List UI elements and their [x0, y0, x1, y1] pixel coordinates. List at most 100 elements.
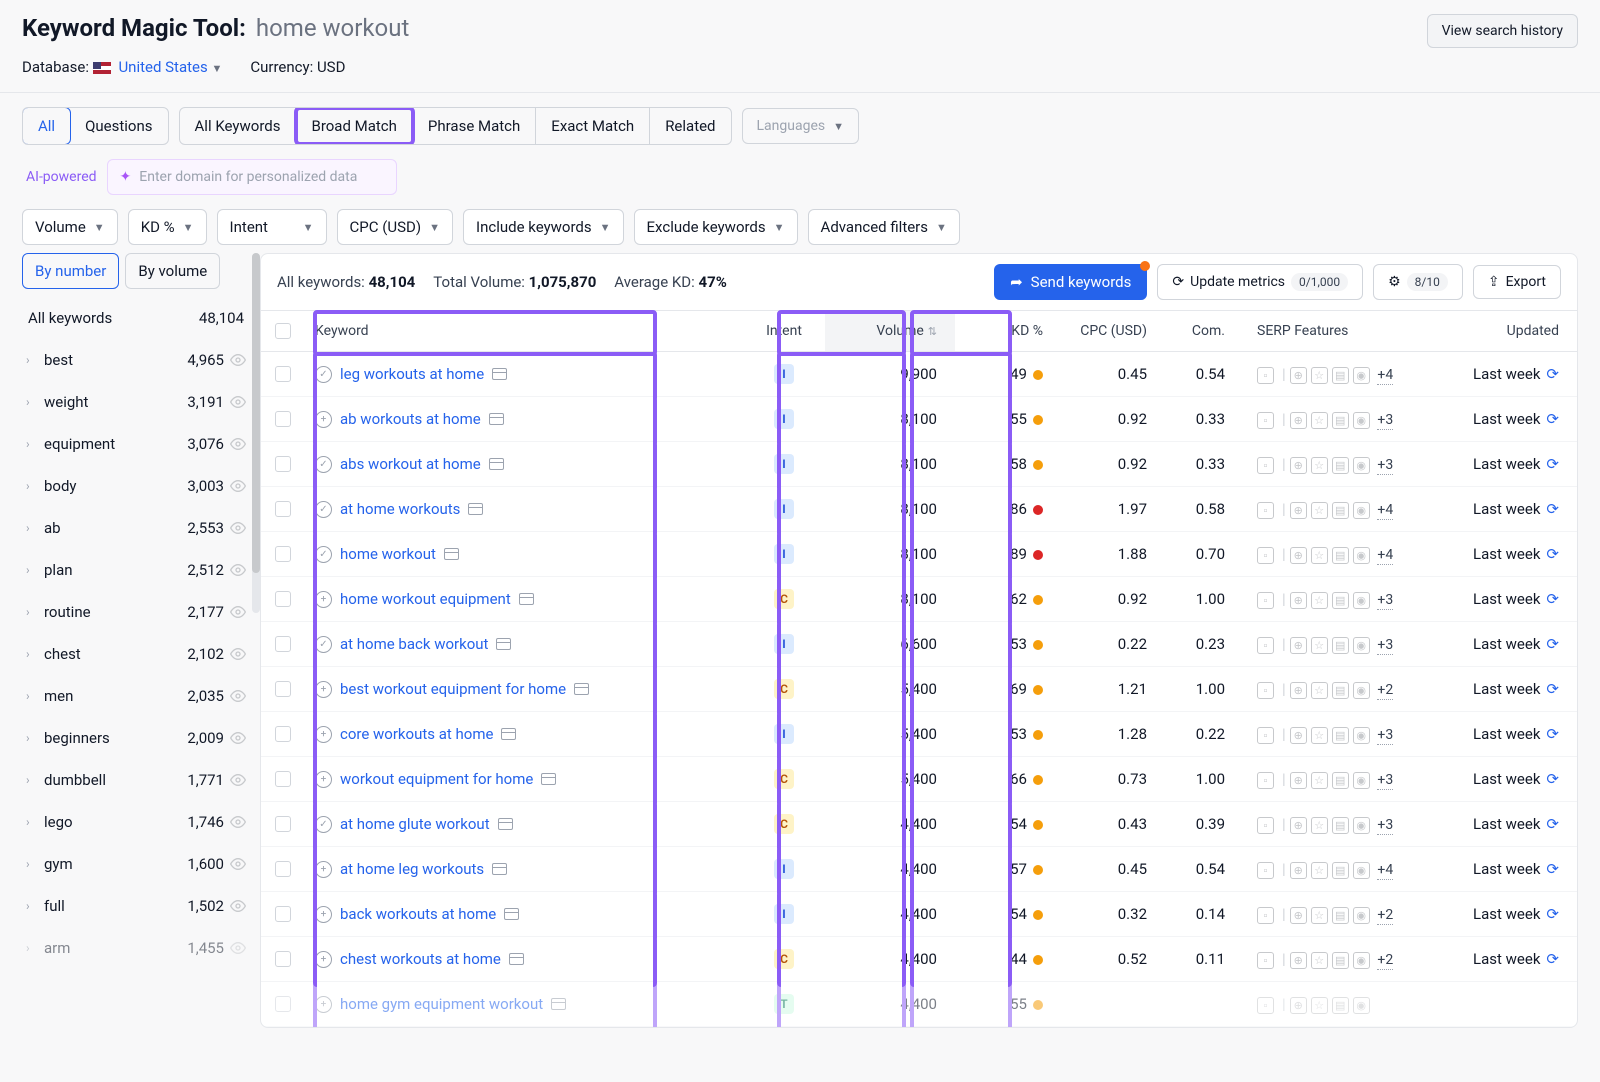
tab-broad-match[interactable]: Broad Match: [296, 108, 412, 144]
keyword-link[interactable]: at home leg workouts: [340, 860, 484, 878]
check-icon[interactable]: ✓: [315, 456, 332, 473]
keyword-link[interactable]: workout equipment for home: [340, 770, 533, 788]
serp-window-icon[interactable]: [504, 908, 519, 920]
refresh-icon[interactable]: ⟳: [1546, 680, 1559, 698]
sidebar-item-dumbbell[interactable]: ›dumbbell1,771: [22, 759, 250, 801]
serp-more[interactable]: +4: [1377, 862, 1393, 880]
sidebar-item-full[interactable]: ›full1,502: [22, 885, 250, 927]
refresh-icon[interactable]: ⟳: [1546, 770, 1559, 788]
check-icon[interactable]: ✓: [315, 816, 332, 833]
filter-advanced[interactable]: Advanced filters▼: [808, 209, 960, 245]
serp-window-icon[interactable]: [492, 368, 507, 380]
row-checkbox[interactable]: [275, 771, 291, 787]
serp-window-icon[interactable]: [496, 638, 511, 650]
plus-icon[interactable]: +: [315, 591, 332, 608]
tab-exact-match[interactable]: Exact Match: [536, 108, 650, 144]
plus-icon[interactable]: +: [315, 771, 332, 788]
plus-icon[interactable]: +: [315, 411, 332, 428]
refresh-icon[interactable]: ⟳: [1546, 950, 1559, 968]
sidebar-tab-volume[interactable]: By volume: [125, 253, 220, 289]
update-metrics-button[interactable]: ⟳ Update metrics 0/1,000: [1157, 264, 1363, 300]
refresh-icon[interactable]: ⟳: [1546, 725, 1559, 743]
sidebar-scrollbar[interactable]: [252, 253, 260, 613]
refresh-icon[interactable]: ⟳: [1546, 815, 1559, 833]
filter-volume[interactable]: Volume▼: [22, 209, 118, 245]
check-icon[interactable]: ✓: [315, 366, 332, 383]
sidebar-item-lego[interactable]: ›lego1,746: [22, 801, 250, 843]
keyword-link[interactable]: home workout: [340, 545, 436, 563]
sidebar-item-equipment[interactable]: ›equipment3,076: [22, 423, 250, 465]
row-checkbox[interactable]: [275, 411, 291, 427]
serp-window-icon[interactable]: [498, 818, 513, 830]
sidebar-item-men[interactable]: ›men2,035: [22, 675, 250, 717]
row-checkbox[interactable]: [275, 636, 291, 652]
row-checkbox[interactable]: [275, 366, 291, 382]
serp-more[interactable]: +3: [1377, 592, 1393, 610]
serp-more[interactable]: +2: [1377, 682, 1393, 700]
ai-domain-input[interactable]: ✦ Enter domain for personalized data: [107, 159, 397, 195]
row-checkbox[interactable]: [275, 996, 291, 1012]
serp-more[interactable]: +4: [1377, 547, 1393, 565]
row-checkbox[interactable]: [275, 861, 291, 877]
refresh-icon[interactable]: ⟳: [1546, 365, 1559, 383]
serp-more[interactable]: +3: [1377, 637, 1393, 655]
send-keywords-button[interactable]: ➦ Send keywords: [994, 264, 1147, 300]
row-checkbox[interactable]: [275, 456, 291, 472]
serp-window-icon[interactable]: [519, 593, 534, 605]
keyword-link[interactable]: best workout equipment for home: [340, 680, 566, 698]
col-com[interactable]: Com.: [1157, 311, 1235, 351]
serp-window-icon[interactable]: [468, 503, 483, 515]
keyword-link[interactable]: home gym equipment workout: [340, 995, 543, 1013]
sidebar-item-best[interactable]: ›best4,965: [22, 339, 250, 381]
serp-more[interactable]: +3: [1377, 817, 1393, 835]
filter-kd[interactable]: KD %▼: [128, 209, 207, 245]
col-volume[interactable]: Volume⇅: [825, 311, 955, 351]
col-keyword[interactable]: Keyword: [305, 311, 743, 351]
keyword-link[interactable]: leg workouts at home: [340, 365, 484, 383]
filter-intent[interactable]: Intent▼: [217, 209, 327, 245]
refresh-icon[interactable]: ⟳: [1546, 410, 1559, 428]
row-checkbox[interactable]: [275, 591, 291, 607]
filter-exclude[interactable]: Exclude keywords▼: [634, 209, 798, 245]
plus-icon[interactable]: +: [315, 906, 332, 923]
tab-all-keywords[interactable]: All Keywords: [180, 108, 297, 144]
refresh-icon[interactable]: ⟳: [1546, 455, 1559, 473]
col-kd[interactable]: KD %: [955, 311, 1057, 351]
sidebar-item-routine[interactable]: ›routine2,177: [22, 591, 250, 633]
keyword-link[interactable]: at home back workout: [340, 635, 488, 653]
plus-icon[interactable]: +: [315, 996, 332, 1013]
serp-more[interactable]: +4: [1377, 367, 1393, 385]
keyword-link[interactable]: back workouts at home: [340, 905, 496, 923]
keyword-link[interactable]: ab workouts at home: [340, 410, 481, 428]
tab-related[interactable]: Related: [650, 108, 730, 144]
serp-window-icon[interactable]: [489, 413, 504, 425]
refresh-icon[interactable]: ⟳: [1546, 500, 1559, 518]
sidebar-all-keywords[interactable]: All keywords 48,104: [22, 297, 250, 339]
serp-window-icon[interactable]: [444, 548, 459, 560]
refresh-icon[interactable]: ⟳: [1546, 905, 1559, 923]
keyword-link[interactable]: at home workouts: [340, 500, 460, 518]
check-icon[interactable]: ✓: [315, 546, 332, 563]
serp-window-icon[interactable]: [489, 458, 504, 470]
sidebar-tab-number[interactable]: By number: [22, 253, 119, 289]
col-intent[interactable]: Intent: [743, 311, 825, 351]
keyword-link[interactable]: chest workouts at home: [340, 950, 501, 968]
plus-icon[interactable]: +: [315, 726, 332, 743]
sidebar-item-weight[interactable]: ›weight3,191: [22, 381, 250, 423]
tab-questions[interactable]: Questions: [70, 108, 167, 144]
view-history-button[interactable]: View search history: [1427, 14, 1578, 48]
keyword-link[interactable]: core workouts at home: [340, 725, 493, 743]
refresh-icon[interactable]: ⟳: [1546, 545, 1559, 563]
sidebar-item-chest[interactable]: ›chest2,102: [22, 633, 250, 675]
col-updated[interactable]: Updated: [1425, 311, 1577, 351]
keyword-link[interactable]: abs workout at home: [340, 455, 481, 473]
plus-icon[interactable]: +: [315, 681, 332, 698]
sidebar-item-beginners[interactable]: ›beginners2,009: [22, 717, 250, 759]
row-checkbox[interactable]: [275, 681, 291, 697]
database-selector[interactable]: Database: United States ▼: [22, 58, 222, 76]
row-checkbox[interactable]: [275, 906, 291, 922]
sidebar-item-arm[interactable]: ›arm1,455: [22, 927, 250, 969]
serp-window-icon[interactable]: [509, 953, 524, 965]
keyword-link[interactable]: home workout equipment: [340, 590, 511, 608]
keyword-link[interactable]: at home glute workout: [340, 815, 490, 833]
